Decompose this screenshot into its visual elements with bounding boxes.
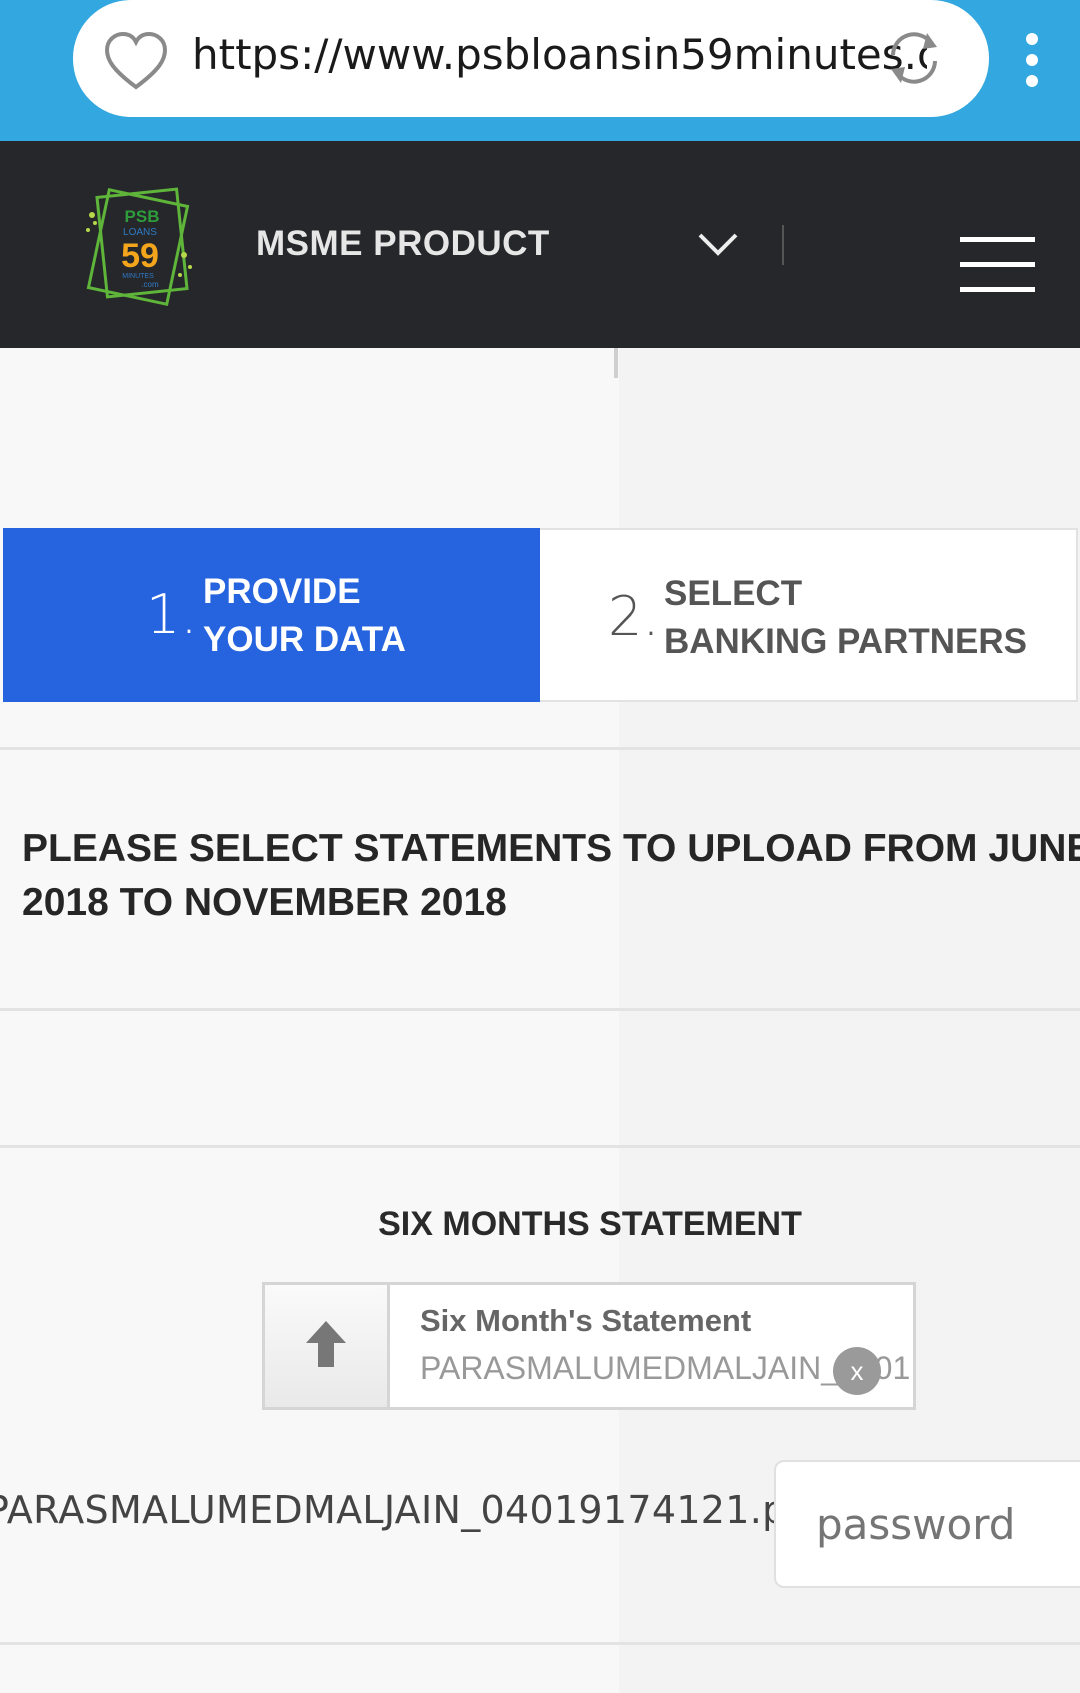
psb-logo[interactable]: PSB LOANS 59 MINUTES .com — [80, 175, 200, 315]
page-heading: PLEASE SELECT STATEMENTS TO UPLOAD FROM … — [22, 822, 1080, 930]
step-title-line1: PROVIDE — [203, 572, 361, 611]
logo-minutes: MINUTES — [122, 273, 154, 280]
step-title: SELECT BANKING PARTNERS — [664, 570, 1027, 666]
browser-toolbar: https://www.psbloansin59minutes.com — [0, 0, 1080, 141]
section-title: SIX MONTHS STATEMENT — [378, 1205, 802, 1243]
site-header: PSB LOANS 59 MINUTES .com MSME PRODUCT — [0, 141, 1080, 348]
step-title-line1: SELECT — [664, 574, 803, 613]
heading-line1: PLEASE SELECT STATEMENTS TO UPLOAD FROM … — [22, 827, 1080, 870]
divider — [0, 1642, 1080, 1645]
divider — [614, 348, 618, 378]
heading-line2: 2018 TO NOVEMBER 2018 — [22, 881, 507, 924]
clear-file-button[interactable]: x — [833, 1347, 881, 1395]
step-title-line2: YOUR DATA — [203, 620, 406, 659]
logo-59: 59 — [121, 237, 159, 275]
logo-com: .com — [141, 280, 159, 289]
step-number: 1. — [146, 583, 198, 646]
logo-psb: PSB — [125, 207, 160, 226]
step-number: 2. — [608, 585, 660, 648]
statement-upload: Six Month's Statement PARASMALUMEDMALJAI… — [262, 1282, 916, 1410]
url-text[interactable]: https://www.psbloansin59minutes.com — [192, 25, 927, 85]
uploaded-file-name: PARASMALUMEDMALJAIN_04019174121.pdf — [0, 1488, 825, 1532]
msme-product-menu[interactable]: MSME PRODUCT — [256, 224, 550, 264]
address-bar[interactable]: https://www.psbloansin59minutes.com — [73, 0, 989, 117]
step-select-banking-partners[interactable]: 2. SELECT BANKING PARTNERS — [540, 528, 1078, 702]
heart-icon[interactable] — [103, 30, 169, 92]
divider — [0, 1145, 1080, 1148]
divider — [0, 1008, 1080, 1011]
upload-button[interactable] — [265, 1285, 390, 1407]
header-divider — [782, 225, 784, 265]
hamburger-menu-icon[interactable] — [960, 237, 1035, 293]
step-title-line2: BANKING PARTNERS — [664, 622, 1027, 661]
upload-label: Six Month's Statement — [420, 1303, 752, 1338]
refresh-icon[interactable] — [881, 25, 947, 91]
step-provide-data[interactable]: 1. PROVIDE YOUR DATA — [3, 528, 540, 702]
step-title: PROVIDE YOUR DATA — [203, 568, 406, 664]
more-menu-icon[interactable] — [1022, 32, 1042, 88]
divider — [0, 747, 1080, 750]
password-input[interactable] — [774, 1460, 1080, 1588]
chevron-down-icon[interactable] — [696, 229, 740, 259]
section-title-wrapper: SIX MONTHS STATEMENT — [0, 1205, 1080, 1244]
upload-arrow-icon — [306, 1321, 346, 1367]
